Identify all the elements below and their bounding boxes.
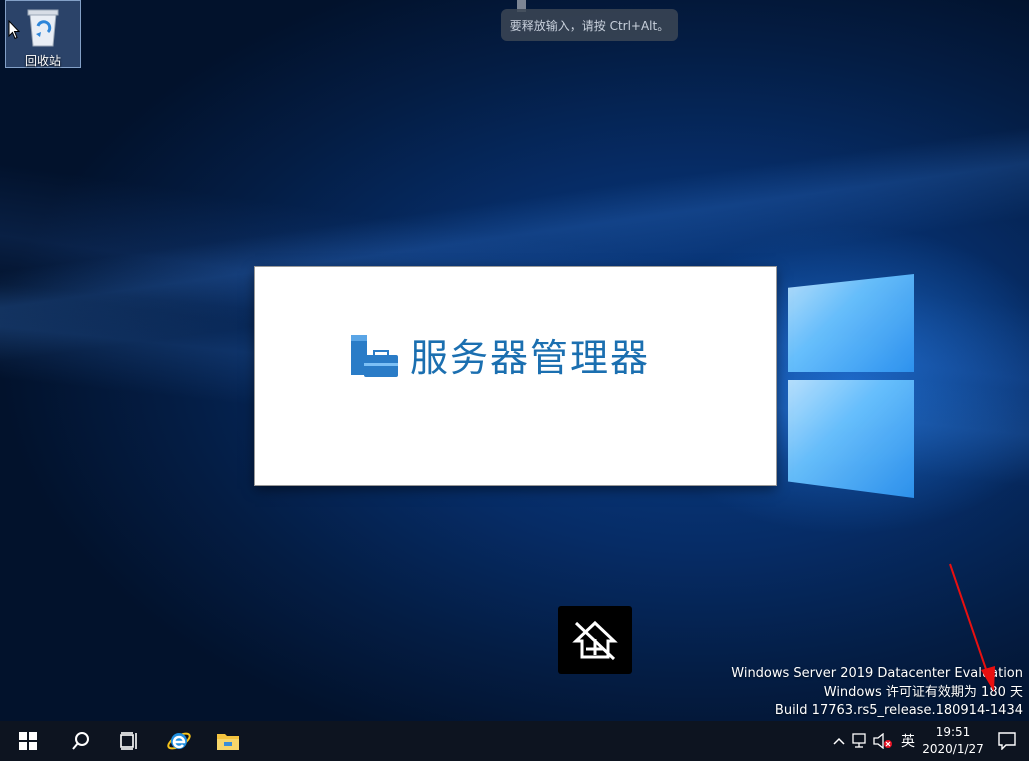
chevron-up-icon	[833, 737, 845, 745]
volume-muted-icon	[873, 733, 892, 749]
taskbar: 英 19:51 2020/1/27	[0, 721, 1029, 761]
splash-title: 服务器管理器	[410, 336, 651, 380]
ime-label: 英	[901, 734, 915, 750]
server-manager-splash: 服务器管理器	[255, 267, 776, 485]
mouse-cursor-icon	[8, 20, 20, 40]
red-annotation-arrow	[949, 563, 995, 692]
internet-explorer-icon	[166, 732, 191, 750]
volume-button[interactable]	[871, 721, 895, 761]
desktop-icon-label: 回收站	[24, 54, 61, 68]
start-icon	[19, 732, 37, 750]
search-icon	[71, 732, 89, 750]
system-tray: 英 19:51 2020/1/27	[827, 721, 1029, 761]
disconnected-network-icon	[572, 620, 618, 661]
release-input-toast: 要释放输入，请按 Ctrl+Alt。	[501, 9, 678, 41]
windows-logo-wallpaper	[782, 262, 918, 502]
notification-icon	[998, 732, 1016, 750]
file-explorer-icon	[216, 734, 239, 750]
watermark-build: Build 17763.rs5_release.180914-1434	[774, 703, 1023, 718]
start-button[interactable]	[0, 721, 56, 761]
network-status-button[interactable]	[851, 721, 871, 761]
network-disconnected-icon	[852, 733, 866, 748]
toast-text: 要释放输入，请按 Ctrl+Alt。	[509, 18, 670, 33]
connection-lost-badge	[558, 606, 632, 674]
task-view-icon	[119, 732, 137, 750]
search-button[interactable]	[56, 721, 105, 761]
recycle-bin-icon	[27, 9, 59, 47]
input-method-indicator[interactable]: 英	[895, 721, 921, 761]
file-explorer-button[interactable]	[203, 721, 252, 761]
clock-time: 19:51	[935, 725, 971, 739]
clock-button[interactable]: 19:51 2020/1/27	[921, 721, 985, 761]
show-hidden-icons-button[interactable]	[827, 721, 851, 761]
internet-explorer-button[interactable]	[154, 721, 203, 761]
server-manager-icon	[351, 335, 398, 377]
action-center-button[interactable]	[985, 721, 1029, 761]
task-view-button[interactable]	[105, 721, 154, 761]
clock-date: 2020/1/27	[922, 742, 984, 756]
